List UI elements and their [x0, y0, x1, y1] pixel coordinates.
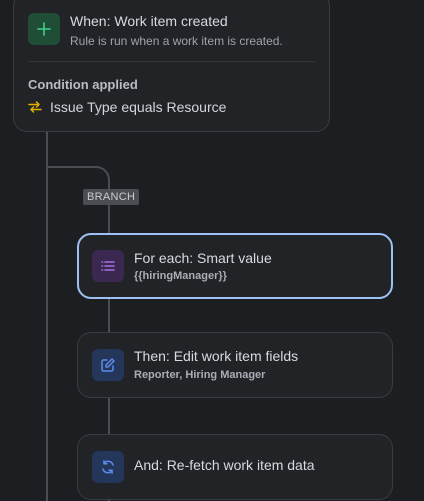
- refetch-card[interactable]: And: Re-fetch work item data: [77, 434, 393, 500]
- refresh-icon-box: [92, 451, 124, 483]
- condition-row[interactable]: Issue Type equals Resource: [28, 99, 226, 115]
- list-icon: [101, 261, 115, 271]
- edit-icon: [101, 358, 115, 372]
- field-hiring-manager: Hiring Manager: [185, 369, 266, 381]
- for-each-value: {{hiringManager}}: [134, 270, 227, 282]
- refetch-title: And: Re-fetch work item data: [134, 457, 315, 473]
- trigger-icon-box: [28, 13, 60, 45]
- for-each-card[interactable]: For each: Smart value {{hiringManager}}: [77, 233, 393, 299]
- trigger-title: When: Work item created: [70, 13, 228, 29]
- condition-heading: Condition applied: [28, 77, 138, 92]
- trigger-subtitle: Rule is run when a work item is created.: [70, 34, 283, 48]
- edit-fields-list: Reporter, Hiring Manager: [134, 369, 265, 381]
- trigger-divider: [28, 61, 315, 62]
- list-icon-box: [92, 250, 124, 282]
- refresh-icon: [102, 460, 114, 474]
- branch-badge: BRANCH: [83, 189, 140, 205]
- edit-icon-box: [92, 349, 124, 381]
- edit-fields-card[interactable]: Then: Edit work item fields Reporter, Hi…: [77, 332, 393, 398]
- edit-fields-title: Then: Edit work item fields: [134, 348, 299, 364]
- swap-arrows-icon: [28, 101, 42, 113]
- for-each-title: For each: Smart value: [134, 250, 272, 266]
- field-reporter: Reporter: [134, 369, 180, 381]
- trigger-card[interactable]: When: Work item created Rule is run when…: [13, 0, 330, 132]
- field-separator: ,: [179, 369, 183, 381]
- plus-icon: [37, 22, 51, 36]
- condition-text: Issue Type equals Resource: [50, 99, 227, 115]
